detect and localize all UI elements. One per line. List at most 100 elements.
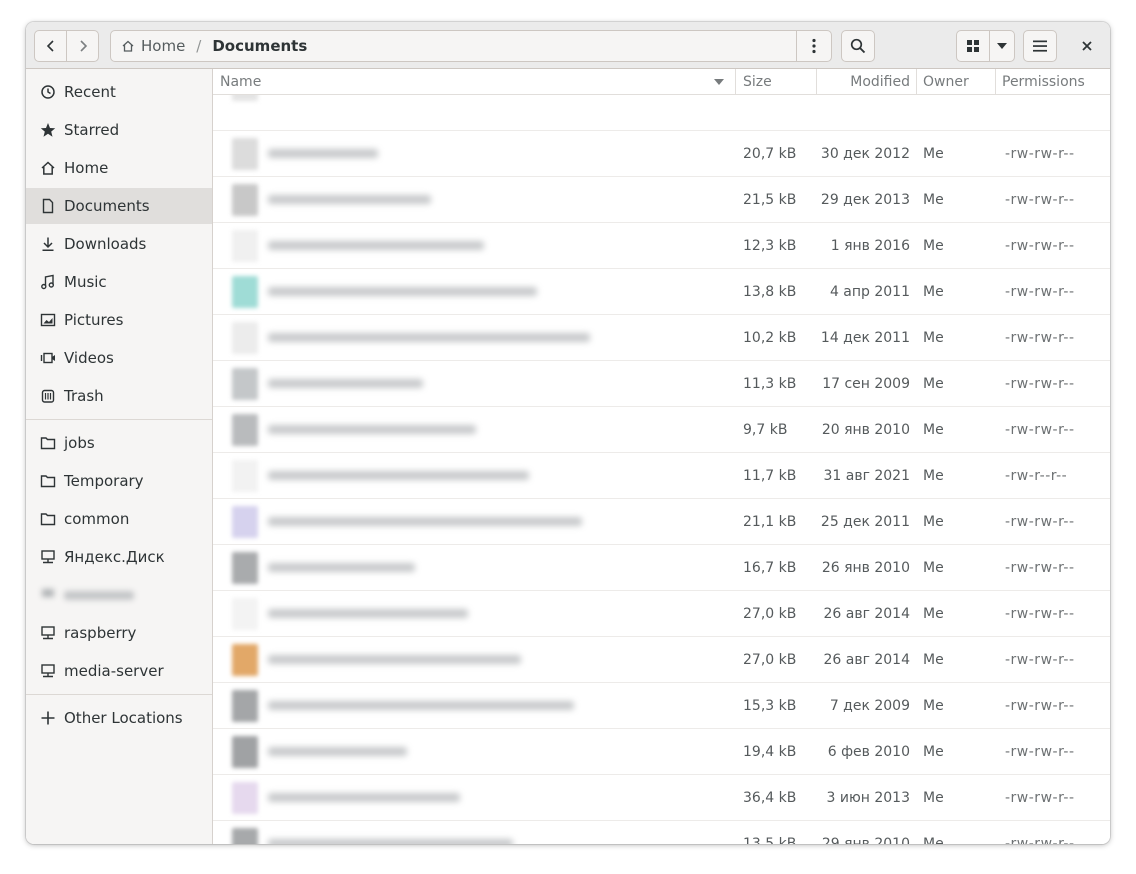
table-row[interactable]: 12,3 kB 1 янв 2016 Me -rw-rw-r--: [213, 223, 1110, 269]
file-modified-cell: 25 дек 2011: [820, 513, 910, 530]
table-row[interactable]: 15,3 kB 7 дек 2009 Me -rw-rw-r--: [213, 683, 1110, 729]
file-owner-cell: Me: [923, 467, 944, 484]
chevron-right-icon: [79, 40, 87, 52]
file-owner-cell: Me: [923, 329, 944, 346]
path-menu-button[interactable]: [796, 31, 831, 61]
file-name-cell: [213, 683, 733, 728]
grid-view-button[interactable]: [956, 30, 990, 62]
table-row[interactable]: 20,7 kB 30 дек 2012 Me -rw-rw-r--: [213, 131, 1110, 177]
column-header-owner[interactable]: Owner: [923, 69, 993, 95]
column-header-permissions[interactable]: Permissions: [1002, 69, 1107, 95]
sidebar-item-blurred-location[interactable]: [26, 577, 212, 613]
column-header-modified[interactable]: Modified: [817, 69, 910, 95]
forward-button[interactable]: [66, 30, 99, 62]
file-name-cell: [213, 499, 733, 544]
table-row[interactable]: 9,7 kB 20 янв 2010 Me -rw-rw-r--: [213, 407, 1110, 453]
sidebar-item-label: media-server: [64, 662, 164, 680]
file-owner-cell: Me: [923, 237, 944, 254]
blurred-file-name: [268, 839, 513, 844]
column-divider: [995, 69, 996, 95]
table-row[interactable]: 13,5 kB 29 янв 2010 Me -rw-rw-r--: [213, 821, 1110, 844]
blurred-file-name: [268, 471, 529, 480]
file-modified-cell: 1 янв 2016: [830, 237, 910, 254]
sidebar-item-home[interactable]: Home: [26, 150, 212, 186]
main-menu-button[interactable]: [1023, 30, 1057, 62]
close-button[interactable]: [1072, 30, 1102, 62]
file-permissions-cell: -rw-r--r--: [1005, 467, 1068, 484]
search-button[interactable]: [841, 30, 875, 62]
plus-icon: [40, 710, 56, 726]
file-size-cell: 21,5 kB: [743, 191, 797, 208]
file-name-cell: [213, 131, 733, 176]
folder-icon: [40, 511, 56, 527]
table-row[interactable]: 10,2 kB 14 дек 2011 Me -rw-rw-r--: [213, 315, 1110, 361]
sidebar-item-common[interactable]: common: [26, 501, 212, 537]
sidebar-item-media-server[interactable]: media-server: [26, 653, 212, 689]
file-permissions-cell: -rw-rw-r--: [1005, 283, 1075, 300]
file-size-cell: 10,2 kB: [743, 329, 797, 346]
file-modified-cell: 3 июн 2013: [826, 789, 910, 806]
view-options-button[interactable]: [989, 30, 1015, 62]
table-row[interactable]: 11,3 kB 17 сен 2009 Me -rw-rw-r--: [213, 361, 1110, 407]
file-permissions-cell: -rw-rw-r--: [1005, 375, 1075, 392]
sidebar-item-recent[interactable]: Recent: [26, 74, 212, 110]
sidebar-item-documents[interactable]: Documents: [26, 188, 212, 224]
blurred-file-name: [268, 563, 415, 572]
folder-icon: [40, 435, 56, 451]
column-header-label: Owner: [923, 74, 969, 90]
table-row[interactable]: 27,0 kB 26 авг 2014 Me -rw-rw-r--: [213, 591, 1110, 637]
sidebar-item-starred[interactable]: Starred: [26, 112, 212, 148]
sidebar-item-temporary[interactable]: Temporary: [26, 463, 212, 499]
file-thumbnail-icon: [232, 183, 258, 216]
file-thumbnail-icon: [232, 413, 258, 446]
path-separator: /: [196, 37, 202, 55]
file-thumbnail-icon: [232, 229, 258, 262]
table-row[interactable]: 27,0 kB 26 авг 2014 Me -rw-rw-r--: [213, 637, 1110, 683]
sidebar-item-pictures[interactable]: Pictures: [26, 302, 212, 338]
sidebar-item-raspberry[interactable]: raspberry: [26, 615, 212, 651]
back-button[interactable]: [34, 30, 67, 62]
grid-icon: [967, 40, 979, 52]
home-icon: [40, 160, 56, 176]
sidebar-item-music[interactable]: Music: [26, 264, 212, 300]
sidebar-item-downloads[interactable]: Downloads: [26, 226, 212, 262]
path-home-button[interactable]: Home: [121, 37, 185, 55]
network-icon: [40, 587, 56, 603]
sidebar-item-label: Downloads: [64, 235, 147, 253]
network-icon: [40, 549, 56, 565]
column-header-size[interactable]: Size: [743, 69, 813, 95]
file-modified-cell: 30 дек 2012: [820, 145, 910, 162]
chevron-left-icon: [46, 40, 54, 52]
table-row[interactable]: 16,7 kB 26 янв 2010 Me -rw-rw-r--: [213, 545, 1110, 591]
table-row[interactable]: 13,8 kB 4 апр 2011 Me -rw-rw-r--: [213, 269, 1110, 315]
table-row[interactable]: 19,4 kB 6 фев 2010 Me -rw-rw-r--: [213, 729, 1110, 775]
network-icon: [40, 663, 56, 679]
file-name-cell: [213, 637, 733, 682]
sidebar-item-videos[interactable]: Videos: [26, 340, 212, 376]
table-row[interactable]: 21,1 kB 25 дек 2011 Me -rw-rw-r--: [213, 499, 1110, 545]
sidebar-item-yandex-disk[interactable]: Яндекс.Диск: [26, 539, 212, 575]
file-name-cell: [213, 269, 733, 314]
column-header-name[interactable]: Name: [220, 69, 730, 95]
file-thumbnail-icon: [232, 367, 258, 400]
sidebar-item-other-locations[interactable]: Other Locations: [26, 700, 212, 736]
file-owner-cell: Me: [923, 283, 944, 300]
file-permissions-cell: -rw-rw-r--: [1005, 513, 1075, 530]
sidebar-item-label: Videos: [64, 349, 114, 367]
file-list-view: Name Size Modified Owner Permissions 20,…: [213, 69, 1110, 844]
sidebar-item-trash[interactable]: Trash: [26, 378, 212, 414]
vertical-dots-icon: [812, 38, 816, 54]
sidebar-item-jobs[interactable]: jobs: [26, 425, 212, 461]
file-permissions-cell: -rw-rw-r--: [1005, 605, 1075, 622]
file-owner-cell: Me: [923, 191, 944, 208]
file-owner-cell: Me: [923, 835, 944, 845]
table-row[interactable]: 11,7 kB 31 авг 2021 Me -rw-r--r--: [213, 453, 1110, 499]
video-icon: [40, 350, 56, 366]
table-row[interactable]: 36,4 kB 3 июн 2013 Me -rw-rw-r--: [213, 775, 1110, 821]
blurred-file-name: [268, 241, 484, 250]
music-icon: [40, 274, 56, 290]
table-row[interactable]: 21,5 kB 29 дек 2013 Me -rw-rw-r--: [213, 177, 1110, 223]
file-size-cell: 12,3 kB: [743, 237, 797, 254]
path-current-folder[interactable]: Documents: [212, 37, 307, 55]
file-modified-cell: 26 янв 2010: [821, 559, 910, 576]
